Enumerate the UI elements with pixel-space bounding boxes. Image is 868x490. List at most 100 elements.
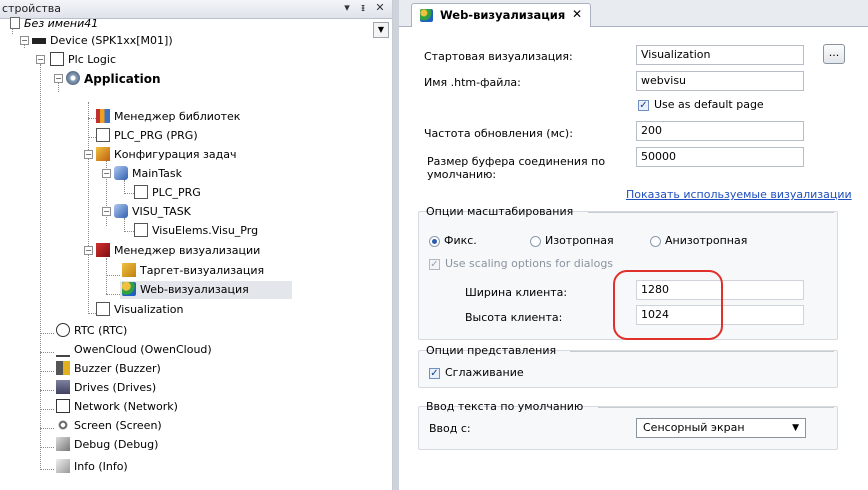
buffer-size-label-line1: Размер буфера соединения по <box>427 155 606 168</box>
tree-node-maintask-plc-prg[interactable]: PLC_PRG <box>134 184 201 202</box>
browse-visualization-button[interactable]: ... <box>823 44 845 64</box>
tree-guide <box>40 352 54 353</box>
antialiasing-checkbox[interactable]: ✓ <box>429 368 440 379</box>
scaling-dialogs-checkbox[interactable]: ✓ <box>429 259 440 270</box>
input-with-select[interactable]: Сенсорный экран ▼ <box>636 418 806 438</box>
scaling-fixed-radio[interactable] <box>429 236 440 247</box>
expand-toggle-plc-logic[interactable]: − <box>36 55 45 64</box>
expand-toggle-visu-manager[interactable]: − <box>84 246 93 255</box>
scaling-anisotropic-radio[interactable] <box>650 236 661 247</box>
tree-guide <box>40 469 54 470</box>
tree-guide <box>124 193 134 194</box>
start-visualization-input[interactable]: Visualization <box>636 45 804 65</box>
group-separator <box>570 351 834 352</box>
tree-node-rtc[interactable]: RTC (RTC) <box>56 322 127 340</box>
task-configuration-icon <box>96 147 110 161</box>
devices-panel: стройства ▾ ᵻ ✕ ▼ − − − − − − − Без имен… <box>0 0 393 490</box>
tree-guide <box>106 294 120 295</box>
tree-guide <box>88 102 89 312</box>
plc-logic-icon <box>50 52 64 66</box>
tree-guide <box>40 371 54 372</box>
tree-node-target-visualization[interactable]: Таргет-визуализация <box>122 262 264 280</box>
expand-toggle-visu-task[interactable]: − <box>102 207 111 216</box>
debug-icon <box>56 437 70 451</box>
program-call-icon <box>134 223 148 237</box>
tree-node-device[interactable]: Device (SPK1xx[M01]) <box>32 32 173 50</box>
tree-guide <box>40 428 54 429</box>
buffer-size-label-line2: умолчанию: <box>427 168 497 181</box>
presentation-options-title: Опции представления <box>426 344 557 357</box>
use-as-default-page-label: Use as default page <box>654 98 764 111</box>
group-separator <box>588 212 834 213</box>
expand-toggle-task-config[interactable]: − <box>84 150 93 159</box>
task-icon <box>114 166 128 180</box>
tree-node-buzzer[interactable]: Buzzer (Buzzer) <box>56 360 161 378</box>
tree-node-visu-task[interactable]: VISU_TASK <box>114 203 191 221</box>
application-gear-icon <box>66 71 80 85</box>
drives-icon <box>56 380 70 394</box>
scaling-options-title: Опции масштабирования <box>426 205 574 218</box>
tree-node-visuelems-visu-prg[interactable]: VisuElems.Visu_Prg <box>134 222 258 240</box>
scaling-dialogs-label: Use scaling options for dialogs <box>445 257 614 270</box>
expand-toggle-maintask[interactable]: − <box>102 169 111 178</box>
scaling-anisotropic-label: Анизотропная <box>665 234 748 247</box>
use-as-default-page-checkbox[interactable]: ✓ <box>638 100 649 111</box>
expand-toggle-application[interactable]: − <box>54 74 63 83</box>
network-icon <box>56 399 70 413</box>
info-icon <box>56 459 70 473</box>
antialiasing-label: Сглаживание <box>445 366 524 379</box>
client-width-input[interactable]: 1280 <box>636 280 804 300</box>
project-file-icon <box>10 17 20 29</box>
default-text-input-title: Ввод текста по умолчанию <box>426 400 584 413</box>
tab-close-icon[interactable]: ✕ <box>572 7 582 21</box>
tree-node-owencloud[interactable]: OwenCloud (OwenCloud) <box>56 341 212 359</box>
tree-node-visualization[interactable]: Visualization <box>96 301 183 319</box>
tree-node-debug[interactable]: Debug (Debug) <box>56 436 158 454</box>
tree-node-visualization-manager[interactable]: Менеджер визуализации <box>96 242 260 260</box>
refresh-rate-label: Частота обновления (мс): <box>424 127 573 140</box>
device-tree: − − − − − − − Без имени41 Device (SPK1xx… <box>0 15 392 490</box>
tree-node-drives[interactable]: Drives (Drives) <box>56 379 156 397</box>
tree-node-info[interactable]: Info (Info) <box>56 458 128 476</box>
tree-guide <box>40 333 54 334</box>
tree-node-screen[interactable]: Screen (Screen) <box>56 417 162 435</box>
scaling-fixed-label: Фикс. <box>444 234 477 247</box>
tree-guide <box>106 275 120 276</box>
tree-guide <box>40 390 54 391</box>
chevron-down-icon: ▼ <box>792 423 799 433</box>
tree-node-task-configuration[interactable]: Конфигурация задач <box>96 146 236 164</box>
cloud-icon <box>56 341 70 357</box>
tree-guide <box>106 258 107 294</box>
clock-icon <box>56 323 70 337</box>
library-manager-icon <box>96 109 110 123</box>
web-visualization-icon <box>122 282 136 296</box>
buffer-size-input[interactable]: 50000 <box>636 147 804 167</box>
tree-node-library-manager[interactable]: Менеджер библиотек <box>96 108 240 126</box>
tree-node-web-visualization[interactable]: Web-визуализация <box>120 281 292 299</box>
tree-guide <box>40 447 54 448</box>
tab-label: Web-визуализация <box>440 8 566 22</box>
tree-node-project[interactable]: Без имени41 <box>10 15 98 33</box>
buzzer-icon <box>56 361 70 375</box>
start-visualization-label: Стартовая визуализация: <box>424 50 573 63</box>
client-height-label: Высота клиента: <box>465 311 563 324</box>
tree-node-maintask[interactable]: MainTask <box>114 165 182 183</box>
tree-node-plc-logic[interactable]: Plc Logic <box>50 51 116 69</box>
expand-toggle-device[interactable]: − <box>20 36 29 45</box>
htm-file-input[interactable]: webvisu <box>636 71 804 91</box>
panel-menu-icon[interactable]: ▾ <box>340 1 354 15</box>
tree-guide <box>58 82 59 92</box>
devices-panel-title: стройства <box>2 2 61 15</box>
target-visualization-icon <box>122 263 136 277</box>
show-used-visualizations-link[interactable]: Показать используемые визуализации <box>626 188 852 201</box>
client-height-input[interactable]: 1024 <box>636 305 804 325</box>
refresh-rate-input[interactable]: 200 <box>636 121 804 141</box>
scaling-isotropic-radio[interactable] <box>530 236 541 247</box>
close-icon[interactable]: ✕ <box>373 1 387 15</box>
tree-node-plc-prg[interactable]: PLC_PRG (PRG) <box>96 127 198 145</box>
tree-guide <box>40 409 54 410</box>
tree-node-application[interactable]: Application <box>66 70 161 88</box>
tab-web-visualization[interactable]: Web-визуализация ✕ <box>411 3 591 27</box>
tree-node-network[interactable]: Network (Network) <box>56 398 178 416</box>
pin-icon[interactable]: ᵻ <box>356 1 370 15</box>
